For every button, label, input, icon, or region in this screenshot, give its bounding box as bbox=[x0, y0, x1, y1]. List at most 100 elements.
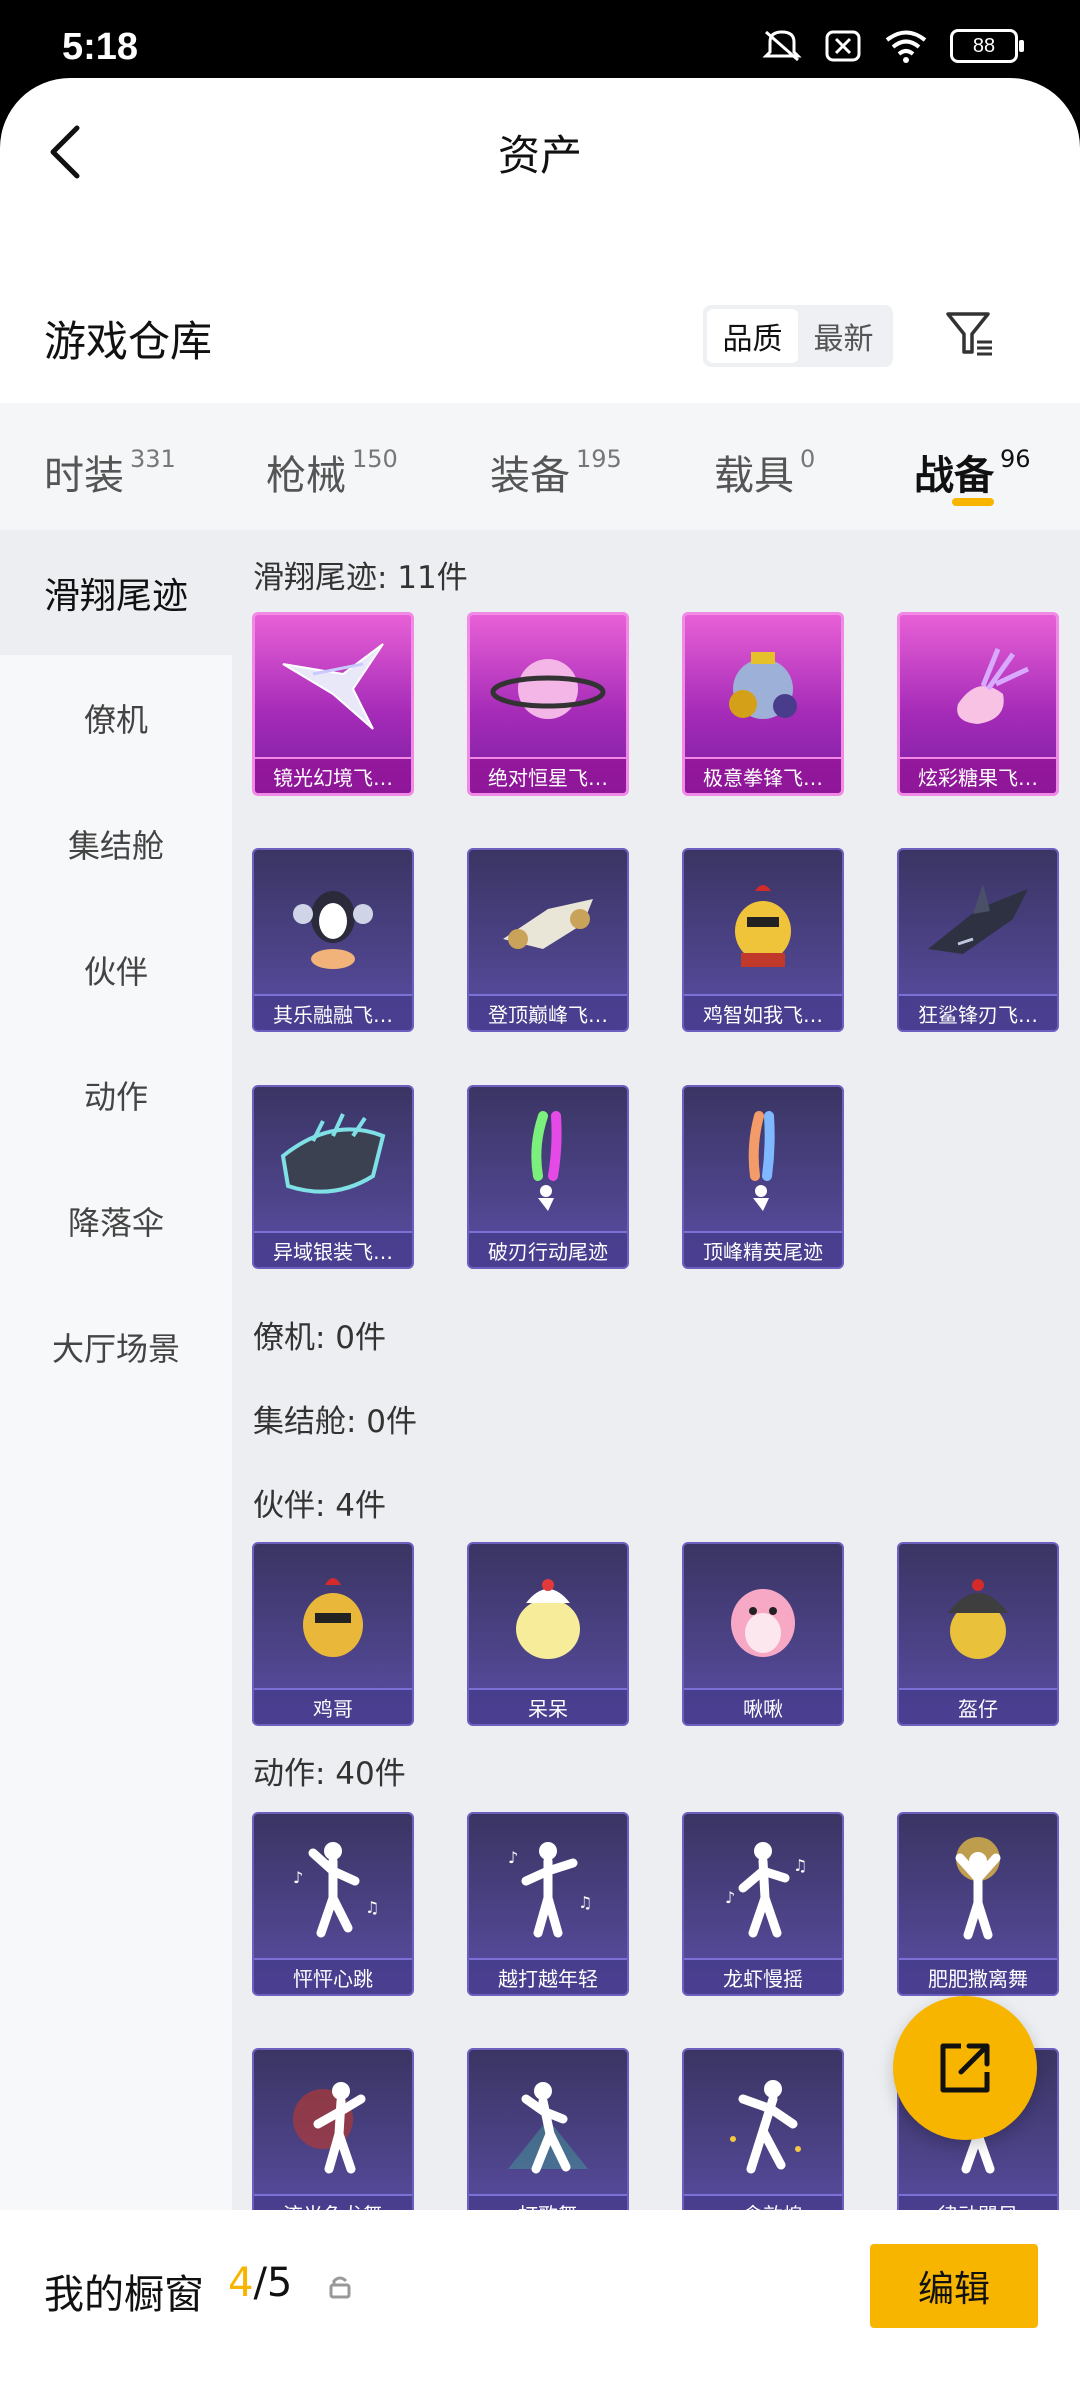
tab-battle-gear[interactable]: 战备 96 bbox=[914, 443, 1031, 501]
sidebar-item-parachute[interactable]: 降落伞 bbox=[0, 1158, 232, 1283]
pink-bird-partner-icon bbox=[684, 1544, 842, 1692]
sidebar-item-capsule[interactable]: 集结舱 bbox=[0, 781, 232, 906]
item-name: 鸡哥 bbox=[254, 1688, 412, 1724]
item-card[interactable]: 呆呆 bbox=[467, 1542, 629, 1726]
item-name: 盔仔 bbox=[899, 1688, 1057, 1724]
filter-icon bbox=[946, 312, 992, 356]
item-card[interactable]: ♪ ♫ 龙虾慢摇 bbox=[682, 1812, 844, 1996]
status-bar: 5:18 88 bbox=[0, 0, 1080, 90]
item-name: 顶峰精英尾迹 bbox=[684, 1231, 842, 1267]
glider-art-icon bbox=[255, 615, 411, 763]
item-card[interactable]: 鸡哥 bbox=[252, 1542, 414, 1726]
showcase-count: 4/5 bbox=[228, 2260, 292, 2306]
svg-text:♪: ♪ bbox=[293, 1868, 303, 1887]
shark-glider-icon bbox=[899, 850, 1057, 998]
dance-pose-icon: ♪ ♫ bbox=[254, 1814, 412, 1962]
section-title-wingman: 僚机: 0件 bbox=[253, 1320, 387, 1356]
asset-sheet: 资产 游戏仓库 品质 最新 时装 331 枪械 150 装备 195 载具 0 战备 96… bbox=[0, 78, 1080, 2400]
active-tab-indicator bbox=[952, 498, 994, 506]
item-name: 肥肥撒离舞 bbox=[899, 1958, 1057, 1994]
item-card[interactable]: 一念敦煌 bbox=[682, 2048, 844, 2232]
tab-count: 150 bbox=[352, 445, 398, 473]
item-card[interactable]: 盔仔 bbox=[897, 1542, 1059, 1726]
tab-firearms[interactable]: 枪械 150 bbox=[266, 443, 398, 501]
tab-label: 载具 bbox=[714, 453, 794, 499]
item-name: 炫彩糖果飞… bbox=[900, 757, 1056, 793]
dance-pose-icon bbox=[684, 2050, 842, 2198]
penguin-glider-icon bbox=[254, 850, 412, 998]
item-card[interactable]: 极意拳锋飞… bbox=[682, 612, 844, 796]
showcase-count-total: /5 bbox=[253, 2260, 293, 2306]
item-card[interactable]: ♪ ♫ 越打越年轻 bbox=[467, 1812, 629, 1996]
tab-count: 96 bbox=[1000, 445, 1031, 473]
tab-equipment[interactable]: 装备 195 bbox=[490, 443, 622, 501]
section-title-partner: 伙伴: 4件 bbox=[253, 1488, 387, 1524]
planet-art-icon bbox=[470, 615, 626, 763]
item-name: 鸡智如我飞… bbox=[684, 994, 842, 1030]
tab-count: 331 bbox=[130, 445, 176, 473]
item-name: 极意拳锋飞… bbox=[685, 757, 841, 793]
sidebar-item-wingman[interactable]: 僚机 bbox=[0, 655, 232, 780]
wifi-icon bbox=[885, 30, 927, 63]
sidebar-item-partner[interactable]: 伙伴 bbox=[0, 907, 232, 1032]
item-card[interactable]: 狂鲨锋刃飞… bbox=[897, 848, 1059, 1032]
no-sim-icon bbox=[825, 30, 861, 62]
item-name: 破刃行动尾迹 bbox=[469, 1231, 627, 1267]
status-time: 5:18 bbox=[62, 26, 139, 68]
filter-button[interactable] bbox=[940, 304, 1000, 364]
helmet-chick-partner-icon bbox=[899, 1544, 1057, 1692]
tab-fashion[interactable]: 时装 331 bbox=[44, 443, 176, 501]
svg-text:♫: ♫ bbox=[793, 1856, 807, 1875]
dance-pose-icon bbox=[469, 2050, 627, 2198]
item-name: 呆呆 bbox=[469, 1688, 627, 1724]
item-name: 登顶巅峰飞… bbox=[469, 994, 627, 1030]
item-name: 龙虾慢摇 bbox=[684, 1958, 842, 1994]
chick-partner-icon bbox=[469, 1544, 627, 1692]
item-card[interactable]: 肥肥撒离舞 bbox=[897, 1812, 1059, 1996]
share-fab-button[interactable] bbox=[893, 1996, 1037, 2140]
dance-pose-icon bbox=[899, 1814, 1057, 1962]
alien-glider-icon bbox=[254, 1087, 412, 1235]
item-card[interactable]: 异域银装飞… bbox=[252, 1085, 414, 1269]
section-title-glide-trail: 滑翔尾迹: 11件 bbox=[253, 560, 468, 596]
boxer-mascot-icon bbox=[685, 615, 841, 763]
header: 资产 bbox=[0, 78, 1080, 228]
item-name: 镜光幻境飞… bbox=[255, 757, 411, 793]
chicken-partner-icon bbox=[254, 1544, 412, 1692]
status-icons: 88 bbox=[762, 28, 1024, 64]
item-card[interactable]: 鸡智如我飞… bbox=[682, 848, 844, 1032]
lock-icon bbox=[329, 2276, 351, 2299]
item-card[interactable]: 打歌舞 bbox=[467, 2048, 629, 2232]
item-name: 绝对恒星飞… bbox=[470, 757, 626, 793]
item-name: 其乐融融飞… bbox=[254, 994, 412, 1030]
sidebar-item-glide-trail[interactable]: 滑翔尾迹 bbox=[0, 530, 232, 655]
item-card[interactable]: ♪ ♫ 怦怦心跳 bbox=[252, 1812, 414, 1996]
item-name: 狂鲨锋刃飞… bbox=[899, 994, 1057, 1030]
item-card[interactable]: 顶峰精英尾迹 bbox=[682, 1085, 844, 1269]
item-card[interactable]: 破刃行动尾迹 bbox=[467, 1085, 629, 1269]
tab-vehicles[interactable]: 载具 0 bbox=[714, 443, 815, 501]
sort-toggle: 品质 最新 bbox=[703, 305, 893, 367]
showcase-label: 我的橱窗 bbox=[44, 2272, 204, 2318]
sidebar-item-emote[interactable]: 动作 bbox=[0, 1032, 232, 1157]
item-card[interactable]: 炫彩糖果飞… bbox=[897, 612, 1059, 796]
dance-pose-icon bbox=[254, 2050, 412, 2198]
tab-label: 装备 bbox=[490, 453, 570, 499]
item-card[interactable]: 啾啾 bbox=[682, 1542, 844, 1726]
sort-quality-button[interactable]: 品质 bbox=[707, 309, 798, 363]
sort-newest-button[interactable]: 最新 bbox=[798, 309, 889, 363]
mute-icon bbox=[762, 30, 802, 62]
page-title: 资产 bbox=[497, 131, 582, 180]
sidebar-item-lobby-scene[interactable]: 大厅场景 bbox=[0, 1284, 232, 1409]
item-card[interactable]: 绝对恒星飞… bbox=[467, 612, 629, 796]
item-card[interactable]: 镜光幻境飞… bbox=[252, 612, 414, 796]
item-card[interactable]: 登顶巅峰飞… bbox=[467, 848, 629, 1032]
warehouse-row: 游戏仓库 品质 最新 bbox=[0, 278, 1080, 398]
showcase-bar: 我的橱窗 4/5 编辑 bbox=[0, 2210, 1080, 2400]
item-card[interactable]: 其乐融融飞… bbox=[252, 848, 414, 1032]
edit-button[interactable]: 编辑 bbox=[870, 2244, 1038, 2328]
elite-trail-icon bbox=[684, 1087, 842, 1235]
tab-label: 时装 bbox=[44, 453, 124, 499]
svg-text:♫: ♫ bbox=[365, 1898, 379, 1917]
item-card[interactable]: 流光鱼龙舞 bbox=[252, 2048, 414, 2232]
